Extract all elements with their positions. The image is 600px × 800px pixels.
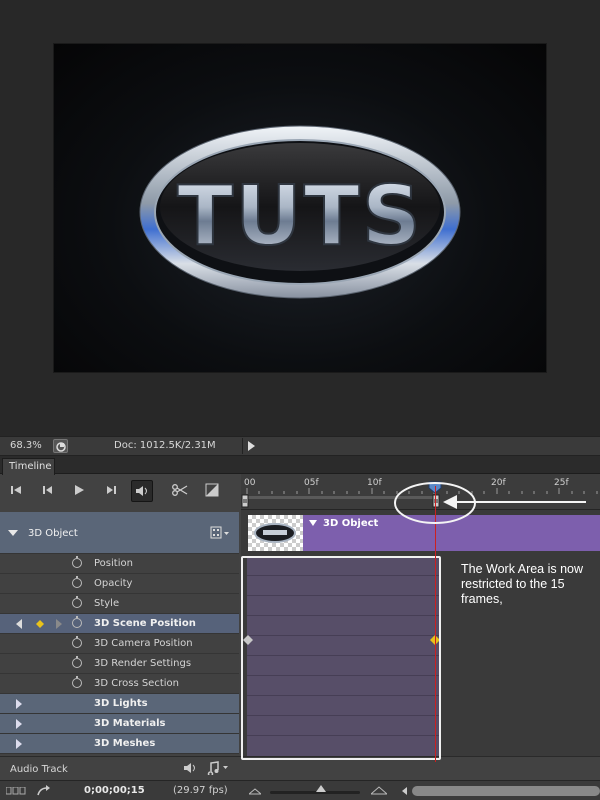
- previous-frame-button[interactable]: [36, 479, 58, 501]
- group-label: 3D Lights: [94, 698, 148, 709]
- property-row[interactable]: 3D Camera Position: [0, 634, 239, 654]
- play-button[interactable]: [68, 479, 90, 501]
- next-frame-icon: [107, 486, 116, 494]
- group-label: 3D Meshes: [94, 738, 156, 749]
- horizontal-scrollbar[interactable]: [412, 786, 600, 796]
- document-info-button[interactable]: [53, 439, 68, 453]
- document-info-icon: [56, 442, 66, 452]
- zoom-slider-knob[interactable]: [316, 785, 326, 792]
- go-to-first-frame-button[interactable]: [5, 479, 27, 501]
- previous-keyframe-icon[interactable]: [16, 619, 22, 629]
- split-at-playhead-button[interactable]: [169, 479, 191, 501]
- stopwatch-icon[interactable]: [72, 556, 82, 568]
- zoom-level[interactable]: 68.3%: [10, 440, 42, 451]
- document-canvas[interactable]: TUTS: [54, 44, 546, 372]
- scissors-icon: [172, 484, 188, 496]
- tuts-thumbnail-icon: [254, 523, 296, 543]
- audio-track-label: Audio Track: [10, 764, 68, 775]
- property-row[interactable]: Style: [0, 594, 239, 614]
- tuts-logo-text: TUTS: [177, 169, 423, 264]
- tuts-logo-image: TUTS: [139, 125, 461, 299]
- work-area-start-handle[interactable]: [241, 494, 249, 508]
- property-row[interactable]: Opacity: [0, 574, 239, 594]
- timeline-zoom-slider[interactable]: [270, 791, 360, 794]
- property-row[interactable]: 3D Cross Section: [0, 674, 239, 694]
- property-label: 3D Scene Position: [94, 618, 196, 629]
- render-video-icon[interactable]: [37, 784, 51, 796]
- stopwatch-icon[interactable]: [72, 616, 82, 628]
- property-row[interactable]: Position: [0, 554, 239, 574]
- clip-dropdown-icon[interactable]: [309, 520, 319, 528]
- callout-arrow-head: [443, 495, 457, 509]
- group-row-3d-lights[interactable]: 3D Lights: [0, 694, 239, 714]
- status-menu-button[interactable]: [242, 438, 258, 454]
- zoom-out-icon[interactable]: [249, 788, 261, 795]
- work-area-highlight-box: [241, 556, 441, 760]
- expand-triangle-icon[interactable]: [16, 739, 22, 749]
- play-icon: [75, 485, 84, 495]
- scroll-left-icon[interactable]: [402, 787, 408, 795]
- next-frame-button[interactable]: [101, 479, 123, 501]
- transition-icon: [205, 483, 219, 497]
- expand-triangle-icon[interactable]: [16, 719, 22, 729]
- layer-thumbnail: [248, 515, 303, 551]
- film-strip-icon[interactable]: [210, 526, 230, 540]
- speaker-icon[interactable]: [183, 762, 197, 774]
- clip-label: 3D Object: [323, 518, 379, 529]
- property-label: Style: [94, 598, 120, 609]
- layer-list: 3D Object Position Opacity Style 3D Scen…: [0, 512, 239, 756]
- status-bar: 68.3% Doc: 1012.5K/2.31M: [0, 436, 600, 456]
- tab-timeline[interactable]: Timeline: [2, 458, 55, 475]
- keyframe-navigator[interactable]: [16, 619, 66, 629]
- audio-toggle-button[interactable]: [131, 480, 153, 502]
- layer-row-3d-object[interactable]: 3D Object: [0, 512, 239, 554]
- first-frame-icon: [11, 486, 21, 494]
- property-row-active[interactable]: 3D Scene Position: [0, 614, 239, 634]
- speaker-icon: [136, 486, 147, 496]
- group-row-3d-meshes[interactable]: 3D Meshes: [0, 734, 239, 754]
- stopwatch-icon[interactable]: [72, 596, 82, 608]
- group-row-3d-materials[interactable]: 3D Materials: [0, 714, 239, 734]
- next-keyframe-icon[interactable]: [56, 619, 62, 629]
- stopwatch-icon[interactable]: [72, 636, 82, 648]
- convert-to-frame-animation-icon[interactable]: [6, 787, 26, 795]
- expand-triangle-icon[interactable]: [16, 699, 22, 709]
- timeline-footer: 0;00;00;15 (29.97 fps): [0, 780, 600, 800]
- current-timecode: 0;00;00;15: [84, 785, 145, 796]
- panel-tab-bar: Timeline: [0, 456, 600, 475]
- annotation-text: The Work Area is now restricted to the 1…: [461, 562, 584, 606]
- frame-rate: (29.97 fps): [173, 785, 228, 796]
- property-label: Opacity: [94, 578, 133, 589]
- stopwatch-icon[interactable]: [72, 656, 82, 668]
- triangle-right-icon: [248, 441, 255, 451]
- annotation-callout: [394, 482, 586, 524]
- add-keyframe-icon[interactable]: [36, 620, 44, 628]
- zoom-in-icon[interactable]: [371, 786, 387, 795]
- group-label: 3D Materials: [94, 718, 166, 729]
- property-label: Position: [94, 558, 133, 569]
- collapse-triangle-icon[interactable]: [8, 530, 18, 536]
- transition-button[interactable]: [201, 479, 223, 501]
- property-row[interactable]: 3D Render Settings: [0, 654, 239, 674]
- property-label: 3D Camera Position: [94, 638, 193, 649]
- previous-frame-icon: [43, 486, 52, 494]
- music-note-icon[interactable]: [206, 761, 230, 775]
- layer-name: 3D Object: [28, 528, 78, 539]
- property-label: 3D Cross Section: [94, 678, 179, 689]
- stopwatch-icon[interactable]: [72, 576, 82, 588]
- stopwatch-icon[interactable]: [72, 676, 82, 688]
- property-label: 3D Render Settings: [94, 658, 192, 669]
- document-size: Doc: 1012.5K/2.31M: [114, 440, 216, 451]
